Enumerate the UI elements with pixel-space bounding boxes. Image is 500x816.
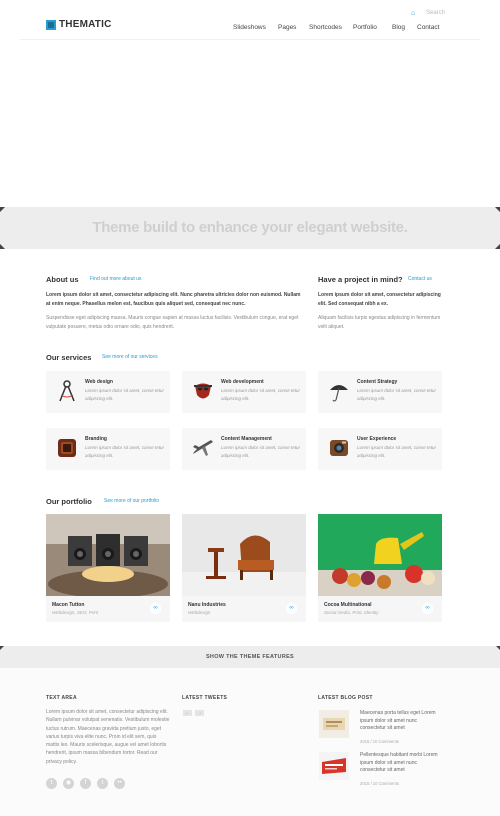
link-icon[interactable]: ∞ [286,603,297,614]
tumblr-icon[interactable]: t [97,778,108,789]
service-card[interactable]: Branding Lorem ipsum dolor sit amet, con… [46,428,170,470]
service-card[interactable]: Content Management Lorem ipsum dolor sit… [182,428,306,470]
home-icon[interactable]: ⌂ [411,10,415,17]
twitter-icon[interactable]: t [46,778,57,789]
dribbble-icon[interactable]: ◉ [63,778,74,789]
portfolio-item-meta: Webdesign, SEO, Print [52,610,99,615]
service-title: Web development [221,379,264,385]
service-title: Content Management [221,436,272,442]
service-desc: Lorem ipsum dolor sit amet, conse tetur … [85,445,165,458]
camera-icon [330,440,348,456]
link-icon[interactable]: ∞ [422,603,433,614]
blog-thumbnail[interactable] [319,752,349,780]
umbrella-icon [330,385,348,402]
project-intro: Lorem ipsum dolor sit amet, consectetur … [318,292,441,307]
about-body: Suspendisse eget adipiscing massa. Mauri… [46,315,299,330]
airplane-icon [193,440,213,456]
service-card[interactable]: Web design Lorem ipsum dolor sit amet, c… [46,371,170,413]
portfolio-image [182,514,306,596]
mask-icon [194,383,212,399]
services-title: Our services [46,353,92,362]
project-title: Have a project in mind? [318,275,403,284]
about-title: About us [46,275,79,284]
portfolio-item-meta: Webdesign [188,610,211,615]
footer-text-body: Lorem ipsum dolor sit amet, consectetur … [46,709,170,765]
banner-tagline: Theme build to enhance your elegant webs… [92,219,408,236]
service-card[interactable]: Content Strategy Lorem ipsum dolor sit a… [318,371,442,413]
portfolio-image [46,514,170,596]
portfolio-item-title: Cocoa Multinational [324,602,372,608]
features-corner [496,646,500,650]
service-card[interactable]: User Experience Lorem ipsum dolor sit am… [318,428,442,470]
services-more-link[interactable]: See more of our services [102,354,158,360]
service-title: Content Strategy [357,379,398,385]
features-corner [0,646,4,650]
banner-corner [0,207,5,212]
service-title: Web design [85,379,113,385]
blog-post-excerpt[interactable]: Maecenas porta tellus eget Lorem ipsum d… [360,710,440,733]
service-desc: Lorem ipsum dolor sit amet, conse tetur … [221,445,301,458]
blog-post-date: 2015 / 10 Comments [360,781,399,786]
flickr-icon[interactable]: •• [114,778,125,789]
portfolio-card[interactable]: Macon Tutton Webdesign, SEO, Print ∞ [46,514,170,622]
service-desc: Lorem ipsum dolor sit amet, conse tetur … [357,445,437,458]
blog-post-date: 2015 / 10 Comments [360,739,399,744]
footer-tweets-title: LATEST TWEETS [182,695,228,701]
service-desc: Lorem ipsum dolor sit amet, conse tetur … [357,388,437,401]
portfolio-card[interactable]: Cocoa Multinational Social media, Print,… [318,514,442,622]
blog-thumbnail[interactable] [319,710,349,738]
badge-icon [58,439,76,457]
nav-portfolio[interactable]: Portfolio [353,24,377,31]
banner-corner [0,244,5,249]
portfolio-item-title: Macon Tutton [52,602,85,608]
service-desc: Lorem ipsum dolor sit amet, conse tetur … [221,388,301,401]
about-intro: Lorem ipsum dolor sit amet, consectetur … [46,292,301,307]
about-more-link[interactable]: Find out more about us [90,276,141,282]
portfolio-title: Our portfolio [46,497,92,506]
nav-shortcodes[interactable]: Shortcodes [309,24,342,31]
footer-text-title: TEXT AREA [46,695,77,701]
service-card[interactable]: Web development Lorem ipsum dolor sit am… [182,371,306,413]
project-body: Aliquam facilisis turpis egestas adipisc… [318,315,441,330]
service-desc: Lorem ipsum dolor sit amet, conse tetur … [85,388,165,401]
tweets-prev-button[interactable]: ← [183,710,192,716]
banner-corner [495,207,500,212]
portfolio-image [318,514,442,596]
brand-name[interactable]: THEMATIC [59,19,112,30]
blog-post-excerpt[interactable]: Pellentesque habitant morbi Lorem ipsum … [360,752,440,775]
portfolio-item-meta: Social media, Print, Identity [324,610,379,615]
service-title: User Experience [357,436,397,442]
contact-link[interactable]: Contact us [408,276,432,282]
compass-icon [59,380,75,402]
banner-corner [495,244,500,249]
portfolio-more-link[interactable]: See more of our portfolio [104,498,159,504]
logo-icon[interactable] [46,20,56,30]
link-icon[interactable]: ∞ [150,603,161,614]
nav-pages[interactable]: Pages [278,24,296,31]
show-features-button[interactable]: SHOW THE THEME FEATURES [0,654,500,660]
nav-blog[interactable]: Blog [392,24,405,31]
portfolio-card[interactable]: Nanu Industries Webdesign ∞ [182,514,306,622]
tweets-next-button[interactable]: → [195,710,204,716]
footer-blog-title: LATEST BLOG POST [318,695,373,701]
service-title: Branding [85,436,107,442]
search-input[interactable]: Search [426,10,466,16]
facebook-icon[interactable]: f [80,778,91,789]
portfolio-item-title: Nanu Industries [188,602,226,608]
nav-contact[interactable]: Contact [417,24,439,31]
nav-slideshows[interactable]: Slideshows [233,24,266,31]
header-divider [20,39,480,40]
